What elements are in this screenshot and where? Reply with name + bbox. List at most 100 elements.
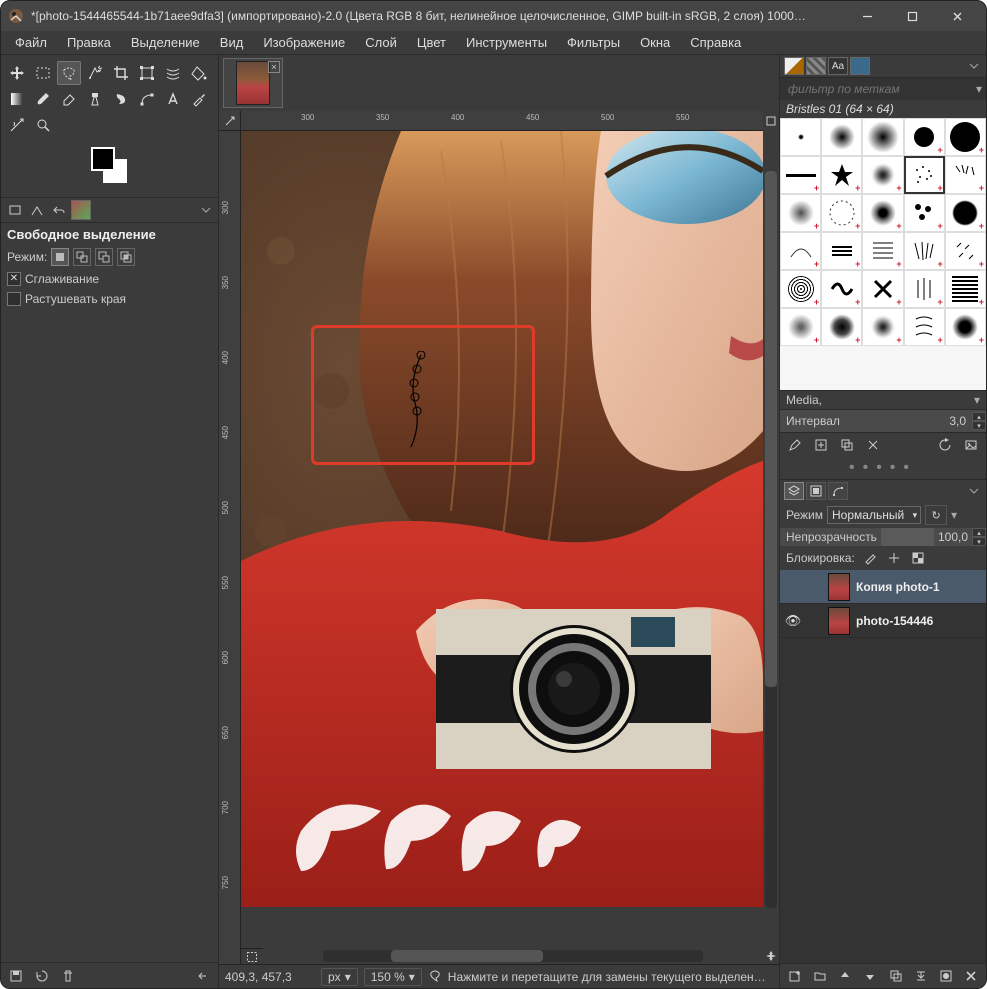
brush-item[interactable] xyxy=(780,118,821,156)
brush-item[interactable]: + xyxy=(904,194,945,232)
duplicate-layer-icon[interactable] xyxy=(887,967,904,985)
zoom-tool-icon[interactable] xyxy=(31,113,55,137)
menu-filters[interactable]: Фильтры xyxy=(557,31,630,54)
duplicate-brush-icon[interactable] xyxy=(838,436,856,454)
doc-history-tab-icon[interactable] xyxy=(850,57,870,75)
brush-item[interactable]: + xyxy=(821,194,862,232)
chevron-down-icon[interactable]: ▾ xyxy=(974,393,980,407)
fonts-tab-icon[interactable]: Aa xyxy=(828,57,848,75)
layer-mode-dropdown[interactable]: Нормальный ▾ xyxy=(827,506,921,524)
refresh-brushes-icon[interactable] xyxy=(936,436,954,454)
lock-alpha-icon[interactable] xyxy=(909,549,927,567)
spacing-down-button[interactable]: ▾ xyxy=(972,421,986,430)
paths-tab-icon[interactable] xyxy=(828,482,848,500)
brush-item[interactable]: + xyxy=(780,308,821,346)
foreground-background-color[interactable] xyxy=(13,145,218,191)
options-restore-icon[interactable] xyxy=(33,967,51,985)
brush-item[interactable]: + xyxy=(862,232,903,270)
channels-tab-icon[interactable] xyxy=(806,482,826,500)
free-select-tool-icon[interactable] xyxy=(57,61,81,85)
menu-view[interactable]: Вид xyxy=(210,31,254,54)
layer-row[interactable]: 👁 photo-154446 xyxy=(780,604,986,638)
brush-item[interactable]: + xyxy=(821,270,862,308)
dock-menu-icon[interactable] xyxy=(966,58,982,74)
spacing-up-button[interactable]: ▴ xyxy=(972,412,986,421)
window-close-button[interactable] xyxy=(935,1,980,31)
path-tool-icon[interactable] xyxy=(135,87,159,111)
opacity-down-button[interactable]: ▾ xyxy=(972,537,986,546)
bucket-fill-tool-icon[interactable] xyxy=(187,61,211,85)
color-picker-tool-icon[interactable] xyxy=(187,87,211,111)
ruler-vertical[interactable]: 300 350 400 450 500 550 600 650 700 750 xyxy=(219,111,241,964)
new-layer-group-icon[interactable] xyxy=(811,967,828,985)
brush-item[interactable]: + xyxy=(945,118,986,156)
brush-item[interactable]: + xyxy=(862,308,903,346)
brush-item[interactable]: + xyxy=(780,232,821,270)
move-tool-icon[interactable] xyxy=(5,61,29,85)
brush-item[interactable]: + xyxy=(904,308,945,346)
paintbrush-tool-icon[interactable] xyxy=(31,87,55,111)
brush-item[interactable]: + xyxy=(904,232,945,270)
transform-tool-icon[interactable] xyxy=(135,61,159,85)
brush-item[interactable]: + xyxy=(862,156,903,194)
edit-brush-icon[interactable] xyxy=(786,436,804,454)
canvas-h-scrollbar[interactable] xyxy=(241,948,763,964)
antialias-checkbox[interactable] xyxy=(7,272,21,286)
new-brush-icon[interactable] xyxy=(812,436,830,454)
lock-position-icon[interactable] xyxy=(885,549,903,567)
eraser-tool-icon[interactable] xyxy=(57,87,81,111)
chevron-down-icon[interactable]: ▾ xyxy=(951,508,957,522)
brush-item[interactable]: + xyxy=(945,156,986,194)
brush-item[interactable]: + xyxy=(945,270,986,308)
menu-file[interactable]: Файл xyxy=(5,31,57,54)
menu-select[interactable]: Выделение xyxy=(121,31,210,54)
window-minimize-button[interactable] xyxy=(845,1,890,31)
fuzzy-select-tool-icon[interactable] xyxy=(83,61,107,85)
text-tool-icon[interactable] xyxy=(161,87,185,111)
brush-item[interactable]: + xyxy=(862,270,903,308)
lock-pixels-icon[interactable] xyxy=(861,549,879,567)
window-maximize-button[interactable] xyxy=(890,1,935,31)
undo-history-tab-icon[interactable] xyxy=(49,200,69,220)
layer-visibility-toggle[interactable]: 👁 xyxy=(784,613,802,629)
layer-name[interactable]: Копия photo-1 xyxy=(856,580,940,594)
zoom-dropdown[interactable]: 150 %▾ xyxy=(364,968,422,986)
opacity-slider[interactable] xyxy=(881,528,934,546)
menu-help[interactable]: Справка xyxy=(680,31,751,54)
feather-checkbox[interactable] xyxy=(7,292,21,306)
canvas[interactable] xyxy=(241,131,763,948)
dock-menu-icon[interactable] xyxy=(198,202,214,218)
mode-reset-button[interactable]: ↻ xyxy=(925,505,947,525)
layers-tab-icon[interactable] xyxy=(784,482,804,500)
layer-row[interactable]: Копия photo-1 xyxy=(780,570,986,604)
warp-tool-icon[interactable] xyxy=(161,61,185,85)
brush-item[interactable]: + xyxy=(945,194,986,232)
menu-image[interactable]: Изображение xyxy=(253,31,355,54)
brush-item[interactable]: + xyxy=(821,232,862,270)
open-as-image-icon[interactable] xyxy=(962,436,980,454)
brush-item[interactable]: + xyxy=(862,194,903,232)
brush-item[interactable] xyxy=(862,118,903,156)
navigation-icon[interactable] xyxy=(763,948,779,964)
gradient-tool-icon[interactable] xyxy=(5,87,29,111)
add-mask-icon[interactable] xyxy=(938,967,955,985)
chevron-down-icon[interactable]: ▾ xyxy=(976,82,982,96)
lower-layer-icon[interactable] xyxy=(862,967,879,985)
brush-item[interactable]: + xyxy=(904,118,945,156)
brush-item[interactable]: + xyxy=(780,270,821,308)
brushes-tab-icon[interactable] xyxy=(784,57,804,75)
mode-intersect-button[interactable] xyxy=(117,248,135,266)
ruler-horizontal[interactable]: 300 350 400 450 500 550 xyxy=(241,111,763,131)
brush-item[interactable]: + xyxy=(821,308,862,346)
mode-add-button[interactable] xyxy=(73,248,91,266)
menu-edit[interactable]: Правка xyxy=(57,31,121,54)
raise-layer-icon[interactable] xyxy=(837,967,854,985)
tool-options-tab-icon[interactable] xyxy=(5,200,25,220)
brush-item[interactable]: + xyxy=(780,194,821,232)
canvas-v-scrollbar[interactable] xyxy=(763,111,779,964)
opacity-up-button[interactable]: ▴ xyxy=(972,528,986,537)
menu-tools[interactable]: Инструменты xyxy=(456,31,557,54)
dock-menu-icon[interactable] xyxy=(966,483,982,499)
image-tab-close-icon[interactable]: × xyxy=(268,61,280,73)
options-save-icon[interactable] xyxy=(7,967,25,985)
